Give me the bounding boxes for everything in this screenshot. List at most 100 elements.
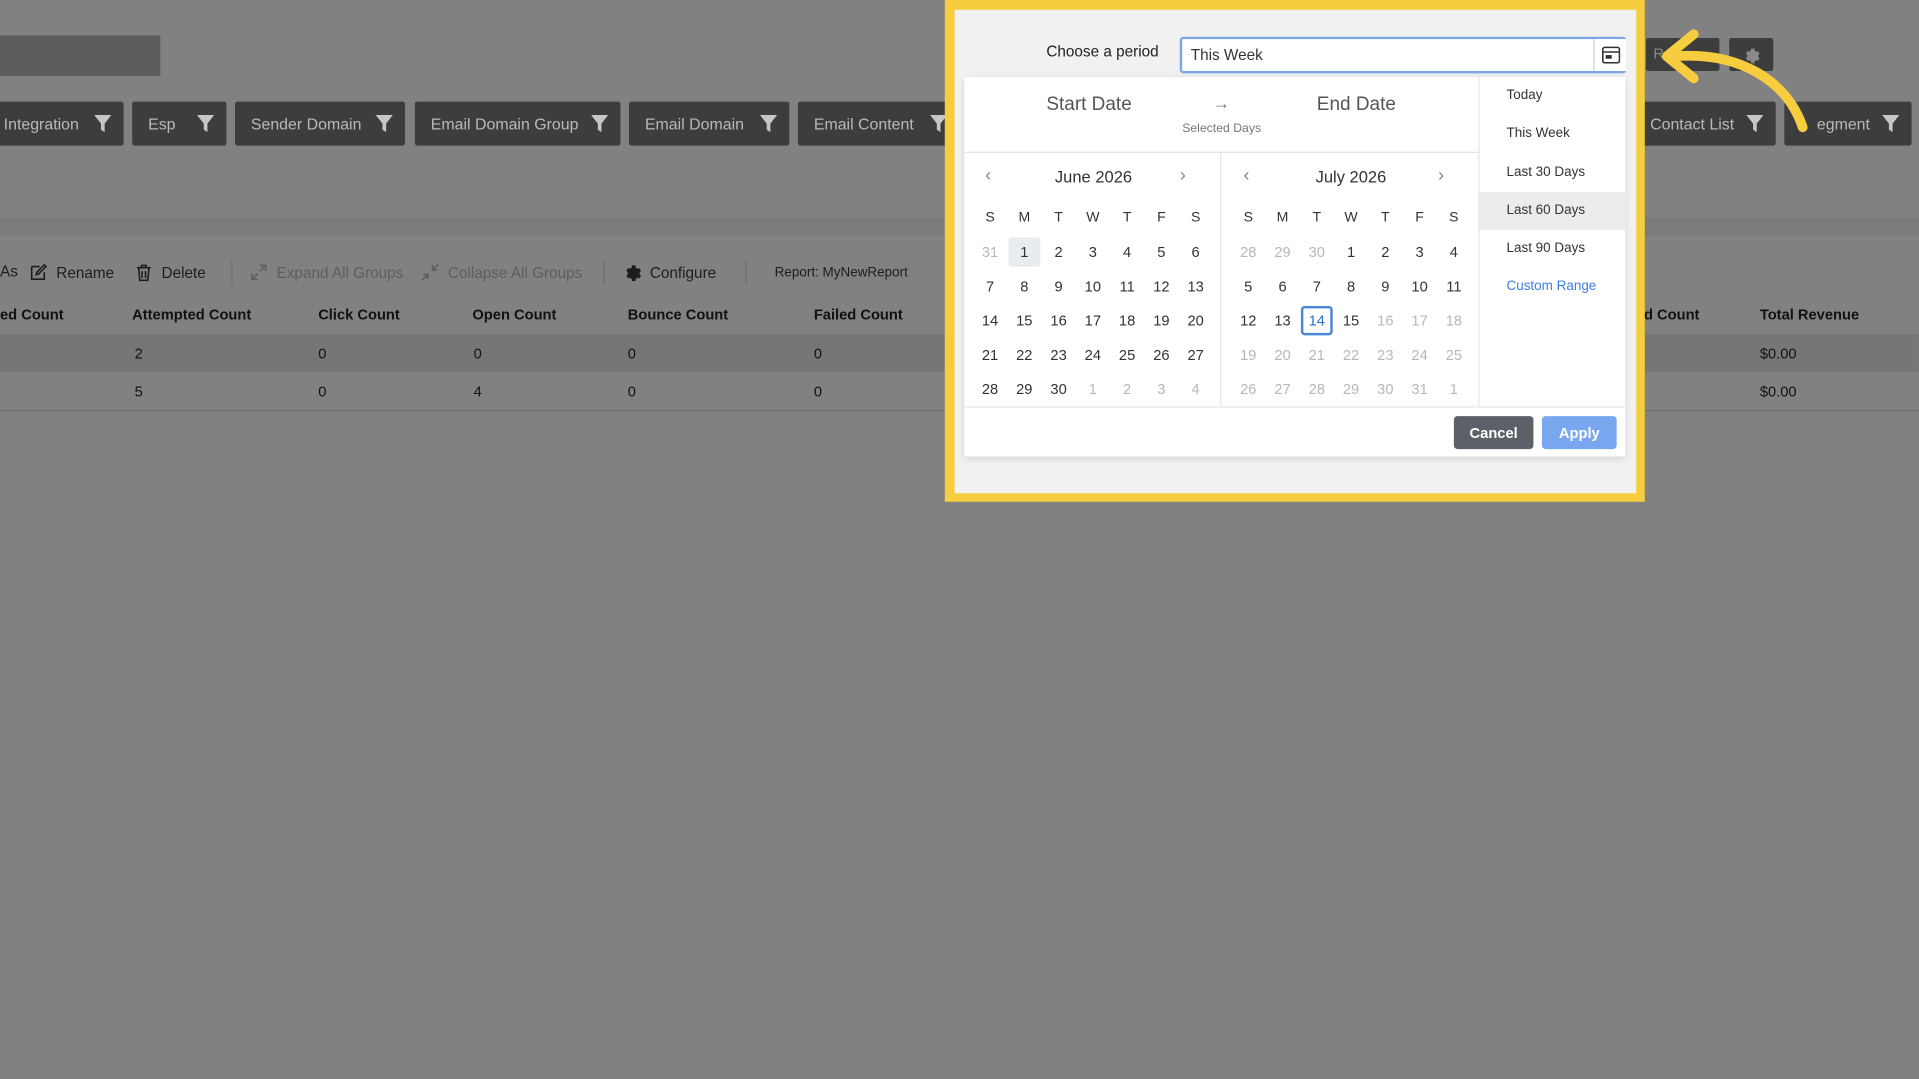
calendar-day[interactable]: 25 <box>1111 340 1143 369</box>
funnel-icon <box>759 115 778 133</box>
rename-button[interactable]: Rename <box>29 263 114 281</box>
next-month-button[interactable]: › <box>1438 165 1444 186</box>
preset-today[interactable]: Today <box>1480 77 1626 115</box>
column-header[interactable]: Click Count <box>318 306 400 323</box>
divider <box>1220 151 1222 407</box>
calendar-day[interactable]: 8 <box>1008 272 1040 301</box>
calendar-day[interactable]: 30 <box>1043 374 1075 403</box>
calendar-day[interactable]: 3 <box>1404 237 1436 266</box>
calendar-toggle-button[interactable] <box>1593 39 1627 71</box>
calendar-day[interactable]: 11 <box>1438 272 1470 301</box>
calendar-day[interactable]: 4 <box>1438 237 1470 266</box>
calendar-day[interactable]: 14 <box>1300 305 1333 336</box>
calendar-day[interactable]: 24 <box>1077 340 1109 369</box>
weekday-header: F <box>1157 210 1166 226</box>
column-header[interactable]: Failed Count <box>814 306 903 323</box>
filter-sender-domain-button[interactable]: Sender Domain <box>234 101 406 146</box>
filter-email-content-button[interactable]: Email Content <box>797 101 960 146</box>
gear-icon <box>626 265 642 282</box>
calendar-day[interactable]: 1 <box>1008 237 1041 267</box>
filter-email-domain-button[interactable]: Email Domain <box>629 101 790 146</box>
calendar-day[interactable]: 9 <box>1369 272 1401 301</box>
calendar-day[interactable]: 6 <box>1267 272 1299 301</box>
calendar-day[interactable]: 5 <box>1232 272 1264 301</box>
filter-email-domain-group-button[interactable]: Email Domain Group <box>414 101 621 146</box>
calendar-day[interactable]: 12 <box>1145 272 1177 301</box>
calendar-day[interactable]: 27 <box>1180 340 1212 369</box>
calendar-day[interactable]: 1 <box>1335 237 1367 266</box>
cancel-button[interactable]: Cancel <box>1453 416 1534 450</box>
weekday-header: T <box>1122 210 1132 226</box>
calendar-day[interactable]: 19 <box>1145 306 1177 335</box>
weekday-header: M <box>1276 210 1289 226</box>
preset-custom-range[interactable]: Custom Range <box>1480 268 1626 306</box>
calendar-day[interactable]: 12 <box>1232 306 1264 335</box>
calendar-day[interactable]: 11 <box>1111 272 1143 301</box>
calendar-day[interactable]: 2 <box>1369 237 1401 266</box>
next-month-button[interactable]: › <box>1180 165 1186 186</box>
calendar-day[interactable]: 22 <box>1008 340 1040 369</box>
calendar-day[interactable]: 7 <box>974 272 1006 301</box>
prev-month-button[interactable]: ‹ <box>1243 165 1249 186</box>
calendar-day[interactable]: 4 <box>1111 237 1143 266</box>
calendar-day[interactable]: 2 <box>1043 237 1075 266</box>
calendar-day[interactable]: 23 <box>1043 340 1075 369</box>
column-header[interactable]: Attempted Count <box>132 306 251 323</box>
calendar-day: 29 <box>1342 380 1360 398</box>
preset-last-90-days[interactable]: Last 90 Days <box>1480 230 1626 268</box>
calendar-day: 19 <box>1240 346 1257 364</box>
save-as-button[interactable]: As <box>0 263 18 280</box>
weekday-header: W <box>1344 210 1358 226</box>
prev-month-button[interactable]: ‹ <box>985 165 991 186</box>
calendar-day[interactable]: 14 <box>974 306 1006 335</box>
calendar-day[interactable]: 18 <box>1111 306 1143 335</box>
calendar-day[interactable]: 7 <box>1301 272 1333 301</box>
calendar-day[interactable]: 9 <box>1043 272 1075 301</box>
filter-esp-button[interactable]: Esp <box>132 101 227 146</box>
calendar-day[interactable]: 13 <box>1180 272 1212 301</box>
calendar-day: 20 <box>1274 346 1291 364</box>
delete-button[interactable]: Delete <box>135 263 206 282</box>
apply-button[interactable]: Apply <box>1541 416 1617 450</box>
calendar-day[interactable]: 5 <box>1145 237 1177 266</box>
end-date-label: End Date <box>1316 94 1396 116</box>
calendar-day[interactable]: 29 <box>1008 374 1040 403</box>
filter-label: Email Content <box>813 114 914 133</box>
funnel-icon <box>591 115 609 133</box>
calendar-day: 26 <box>1240 380 1257 398</box>
funnel-icon <box>375 115 393 133</box>
range-arrow-icon: → <box>1212 93 1230 113</box>
preset-last-30-days[interactable]: Last 30 Days <box>1480 154 1626 192</box>
calendar-day[interactable]: 15 <box>1335 306 1367 335</box>
month-title: July 2026 <box>1315 167 1387 187</box>
calendar-day[interactable]: 20 <box>1180 306 1212 335</box>
calendar-day[interactable]: 17 <box>1077 306 1109 335</box>
weekday-header: T <box>1312 210 1322 226</box>
column-header[interactable]: Bounce Count <box>628 306 728 323</box>
calendar-day[interactable]: 10 <box>1077 272 1109 301</box>
period-input[interactable] <box>1179 36 1627 74</box>
expand-all-groups-button[interactable]: Expand All Groups <box>250 263 403 281</box>
preset-last-60-days[interactable]: Last 60 Days <box>1479 192 1626 231</box>
calendar-day[interactable]: 15 <box>1008 306 1040 335</box>
calendar-day[interactable]: 10 <box>1404 272 1436 301</box>
month-title: June 2026 <box>1054 167 1133 187</box>
calendar-day[interactable]: 28 <box>974 374 1006 403</box>
calendar-day[interactable]: 8 <box>1335 272 1367 301</box>
calendar-day[interactable]: 3 <box>1077 237 1109 266</box>
calendar-day[interactable]: 16 <box>1043 306 1075 335</box>
calendar-day[interactable]: 13 <box>1267 306 1299 335</box>
collapse-all-groups-button[interactable]: Collapse All Groups <box>421 263 582 281</box>
column-header[interactable]: Open Count <box>472 306 556 323</box>
divider <box>964 406 1626 408</box>
calendar-day[interactable]: 26 <box>1145 340 1177 369</box>
configure-button[interactable]: Configure <box>623 263 716 282</box>
column-header[interactable]: ed Count <box>0 306 64 323</box>
calendar-day[interactable]: 6 <box>1180 237 1212 266</box>
column-header[interactable]: Total Revenue <box>1760 306 1859 323</box>
filter-integration-button[interactable]: Integration <box>0 101 124 146</box>
weekday-header: M <box>1018 210 1031 226</box>
calendar-day[interactable]: 21 <box>974 340 1006 369</box>
funnel-icon <box>197 115 215 133</box>
preset-this-week[interactable]: This Week <box>1480 115 1626 153</box>
